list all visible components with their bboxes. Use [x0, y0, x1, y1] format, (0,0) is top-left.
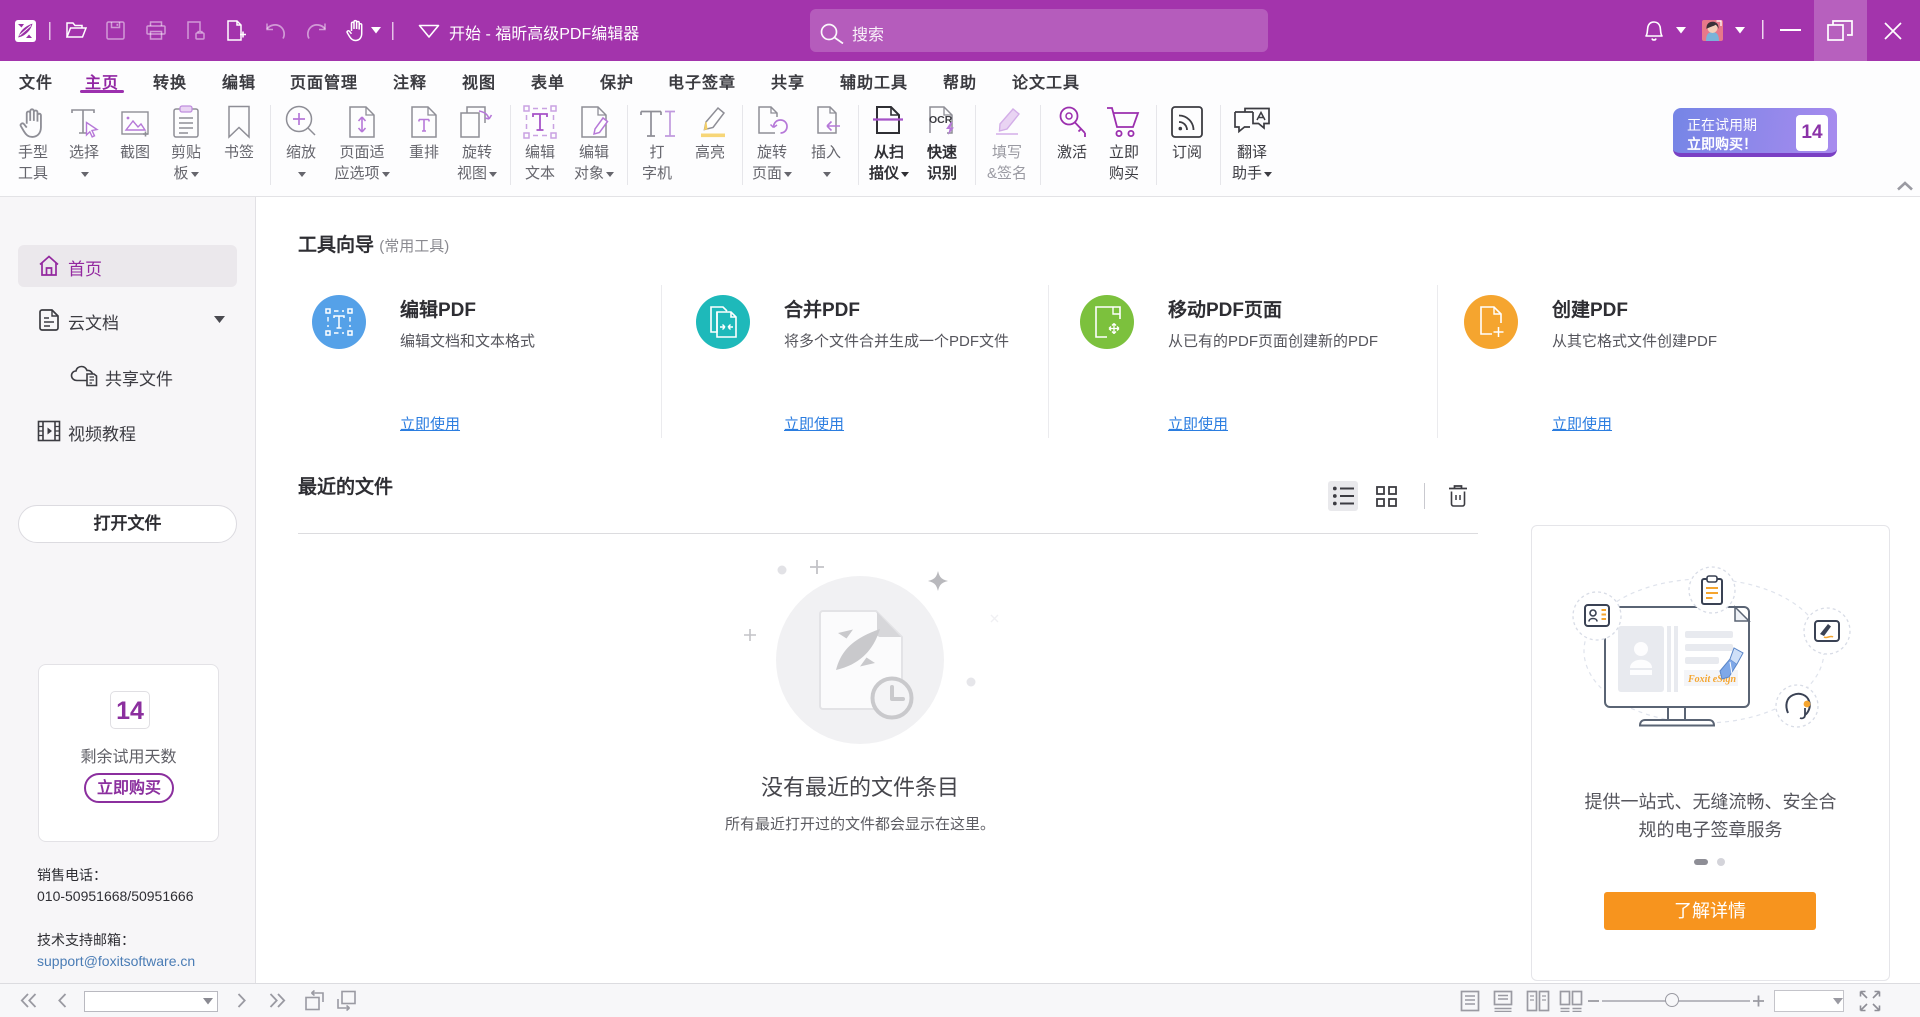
svg-text:OCR: OCR [929, 114, 953, 126]
